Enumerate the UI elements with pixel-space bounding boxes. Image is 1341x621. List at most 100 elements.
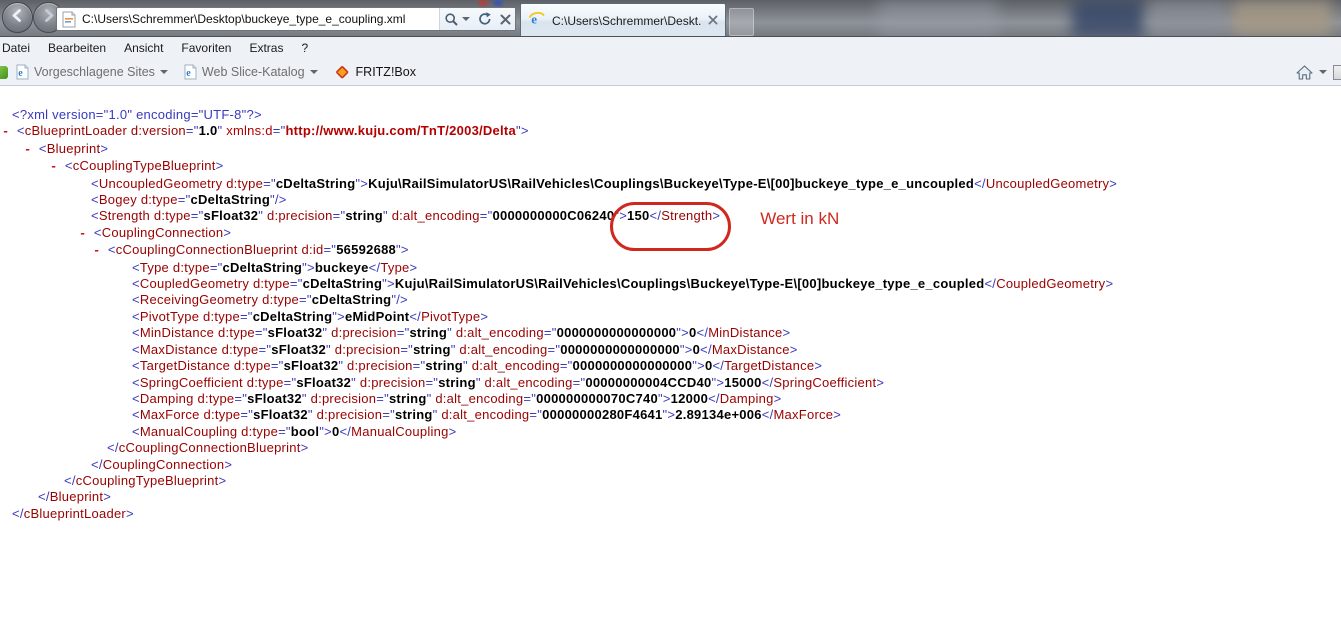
xml-token: cCouplingConnectionBlueprint xyxy=(115,242,298,258)
xml-token: cDeltaString xyxy=(302,276,383,292)
new-tab-button[interactable] xyxy=(729,8,754,36)
glass-reflection xyxy=(1072,0,1144,36)
xml-token: </ xyxy=(708,390,720,406)
xml-token: http://www.kuju.com/TnT/2003/Delta xyxy=(285,123,516,139)
xml-line: - <cCouplingTypeBlueprint> xyxy=(0,158,1341,175)
xml-line: <ManualCoupling d:type="bool">0</ManualC… xyxy=(0,424,1341,440)
xml-line: <TargetDistance d:type="sFloat32" d:prec… xyxy=(0,358,1341,374)
address-url[interactable]: C:\Users\Schremmer\Desktop\buckeye_type_… xyxy=(82,12,439,26)
xml-line: <Damping d:type="sFloat32" d:precision="… xyxy=(0,391,1341,407)
xml-token: </ xyxy=(107,440,119,456)
xml-line: <?xml version="1.0" encoding="UTF-8"?> xyxy=(0,107,1341,123)
home-dropdown-caret-icon[interactable] xyxy=(1319,70,1327,74)
xml-token: d:precision xyxy=(327,325,397,341)
menu-item-extras[interactable]: Extras xyxy=(240,38,292,58)
xml-token: =" xyxy=(177,192,191,208)
xml-token: d:type xyxy=(193,390,235,406)
xml-token: "> xyxy=(302,259,315,275)
collapse-toggle[interactable]: - xyxy=(50,160,65,174)
command-bar xyxy=(1296,59,1341,85)
back-button[interactable] xyxy=(2,2,33,33)
xml-token: "> xyxy=(679,341,693,357)
xml-line: <MinDistance d:type="sFloat32" d:precisi… xyxy=(0,325,1341,341)
address-bar[interactable]: C:\Users\Schremmer\Desktop\buckeye_type_… xyxy=(56,7,516,31)
favorites-add-icon[interactable] xyxy=(0,66,8,79)
xml-token: 2.89134e+006 xyxy=(675,407,762,423)
favorites-item-fritz-box[interactable]: FRITZ!Box xyxy=(326,62,424,83)
refresh-button[interactable] xyxy=(474,8,496,30)
menu-item-favoriten[interactable]: Favoriten xyxy=(172,38,240,58)
glass-reflection xyxy=(479,0,487,6)
xml-token: </ xyxy=(761,407,774,423)
xml-token: > xyxy=(103,489,112,505)
search-dropdown-caret-icon[interactable] xyxy=(462,17,470,21)
xml-token: < xyxy=(132,423,140,439)
xml-line: </cBlueprintLoader> xyxy=(0,506,1341,522)
xml-token: </ xyxy=(38,489,50,505)
xml-line: <PivotType d:type="cDeltaString">eMidPoi… xyxy=(0,309,1341,325)
xml-token: 0000000000000000 xyxy=(556,325,677,341)
xml-token: =" xyxy=(376,390,389,406)
xml-token: MaxDistance xyxy=(711,341,790,357)
xml-token: MinDistance xyxy=(708,325,783,341)
command-bar-partial-icon[interactable] xyxy=(1333,64,1341,80)
home-button[interactable] xyxy=(1296,64,1313,80)
favorites-item-web-slice-katalog[interactable]: e Web Slice-Katalog xyxy=(176,61,326,83)
xml-token: Bogey xyxy=(98,192,137,208)
xml-token: cDeltaString xyxy=(222,259,303,275)
menu-item-datei[interactable]: Datei xyxy=(0,38,39,58)
xml-token: cDeltaString xyxy=(311,292,392,308)
xml-token: =" xyxy=(289,276,303,292)
xml-token: > xyxy=(100,140,109,156)
xml-token: d:alt_encoding xyxy=(451,325,544,341)
tab-close-icon[interactable] xyxy=(708,12,718,30)
menu-item-bearbeiten[interactable]: Bearbeiten xyxy=(39,38,115,58)
xml-token: 15000 xyxy=(724,374,762,390)
xml-token: 0 xyxy=(689,325,697,341)
xml-token: string xyxy=(345,208,383,224)
xml-token: < xyxy=(132,276,140,292)
search-button[interactable] xyxy=(440,8,474,30)
xml-token: d:precision xyxy=(343,358,413,374)
ie-logo-icon: e xyxy=(528,11,546,31)
xml-token: TargetDistance xyxy=(724,358,815,374)
menu-item-help[interactable]: ? xyxy=(292,38,317,58)
xml-token: > xyxy=(224,456,233,472)
xml-token: ManualCoupling xyxy=(351,423,449,439)
xml-token: "> xyxy=(711,374,725,390)
favorites-item-vorgeschlagene-sites[interactable]: e Vorgeschlagene Sites xyxy=(8,61,176,83)
xml-token: 56592688 xyxy=(336,242,397,258)
collapse-toggle[interactable]: - xyxy=(2,125,17,139)
collapse-toggle[interactable]: - xyxy=(93,244,108,258)
xml-token: =" xyxy=(559,358,573,374)
xml-line: <UncoupledGeometry d:type="cDeltaString"… xyxy=(0,176,1341,192)
xml-token: xmlns:d xyxy=(222,123,273,139)
xml-token: < xyxy=(132,308,140,324)
menu-item-ansicht[interactable]: Ansicht xyxy=(115,38,172,58)
xml-token: cCouplingTypeBlueprint xyxy=(75,472,219,488)
xml-token: d:type xyxy=(214,325,255,341)
glass-reflection xyxy=(1232,0,1332,36)
xml-token: =" xyxy=(254,325,268,341)
xml-token: > xyxy=(218,472,227,488)
xml-token: cCouplingConnectionBlueprint xyxy=(118,440,301,456)
glass-reflection xyxy=(1148,0,1228,36)
fritz-icon xyxy=(334,65,351,80)
xml-line: <Type d:type="cDeltaString">buckeye</Typ… xyxy=(0,260,1341,276)
ie-page-icon: e xyxy=(16,64,29,80)
xml-token: > xyxy=(300,440,309,456)
xml-token: =" xyxy=(572,374,586,390)
xml-token: < xyxy=(132,341,140,357)
tab[interactable]: e C:\Users\Schremmer\Deskt... xyxy=(520,3,726,36)
xml-token: =" xyxy=(239,308,253,324)
xml-token: "> xyxy=(676,325,690,341)
xml-token: 00000000004CCD40 xyxy=(585,374,712,390)
collapse-toggle[interactable]: - xyxy=(24,143,39,157)
xml-token: 12000 xyxy=(670,390,709,406)
xml-token: cBlueprintLoader xyxy=(23,505,127,521)
collapse-toggle[interactable]: - xyxy=(79,227,94,241)
xml-token: d:type xyxy=(237,423,279,439)
xml-token: > xyxy=(1109,175,1118,191)
xml-token: d:id xyxy=(297,242,324,258)
stop-button[interactable] xyxy=(496,8,515,30)
